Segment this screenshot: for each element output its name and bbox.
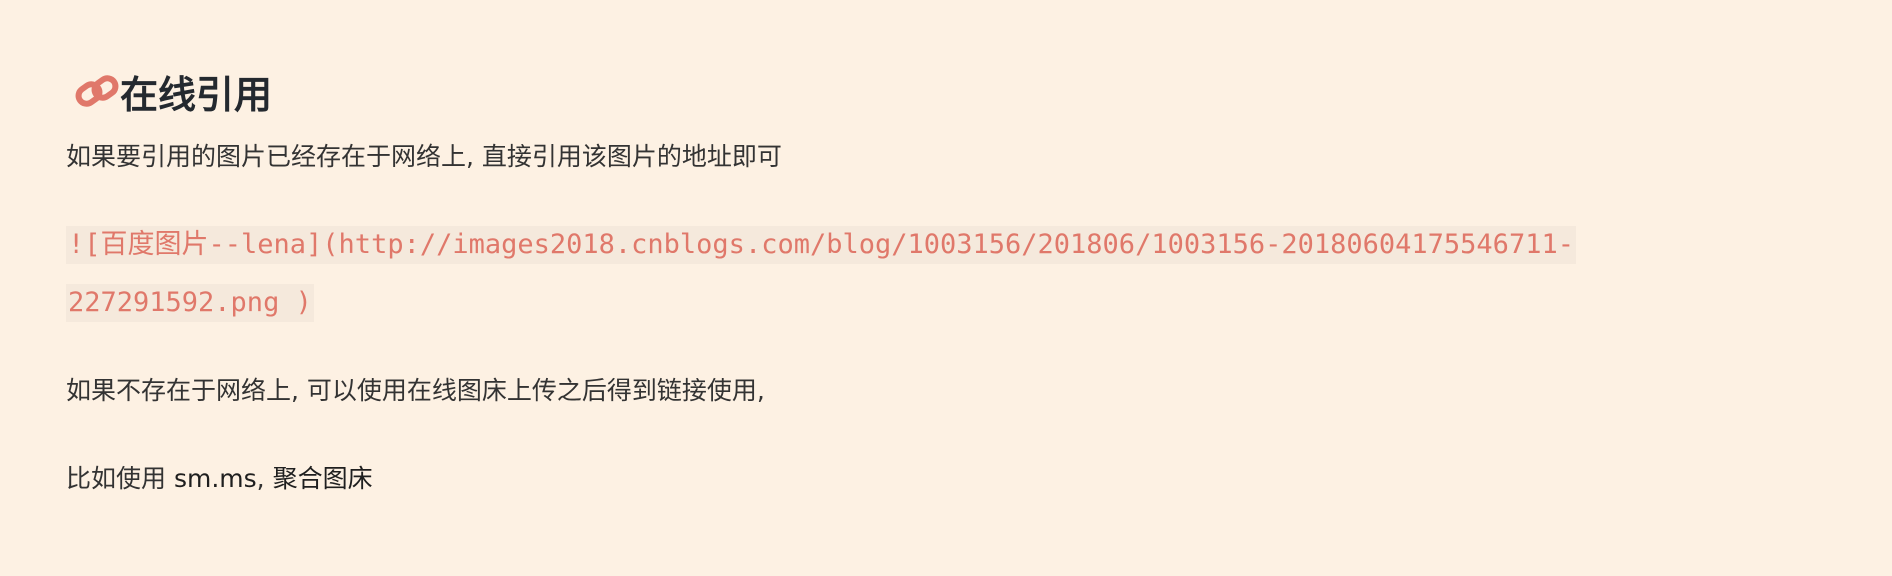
example-separator: , xyxy=(256,464,273,493)
section-heading: 在线引用 xyxy=(66,66,272,118)
intro-paragraph: 如果要引用的图片已经存在于网络上, 直接引用该图片的地址即可 xyxy=(66,142,782,171)
link-icon xyxy=(75,74,119,107)
example-paragraph: 比如使用 sm.ms, 聚合图床 xyxy=(66,461,373,497)
heading-text: 在线引用 xyxy=(120,73,273,118)
inline-code-line-1: ![百度图片--lena](http://images2018.cnblogs.… xyxy=(66,226,1576,264)
link-juhe-tuchuang[interactable]: 聚合图床 xyxy=(273,464,373,493)
example-prefix: 比如使用 xyxy=(66,464,174,493)
link-smms[interactable]: sm.ms xyxy=(174,464,257,493)
inline-code-line-2: 227291592.png ) xyxy=(66,284,314,322)
not-online-paragraph: 如果不存在于网络上, 可以使用在线图床上传之后得到链接使用, xyxy=(66,376,765,405)
